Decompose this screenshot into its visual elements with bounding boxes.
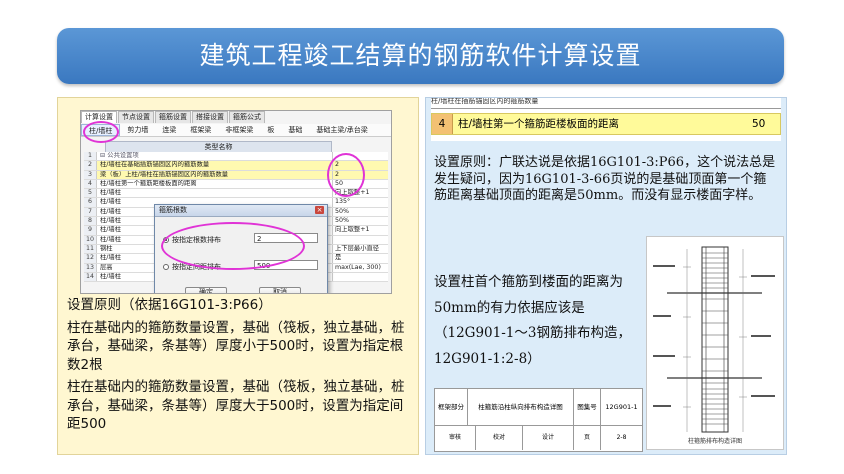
tb-design: 设计 — [523, 426, 574, 450]
tab-nonframe-beam[interactable]: 非框架梁 — [218, 124, 260, 136]
tb-atlas-number: 12G901-1 — [605, 403, 638, 411]
drawing-caption: 柱箍筋排布构造详图 — [688, 437, 742, 445]
option-count-label: 按指定根数排布 — [172, 236, 221, 244]
table-row[interactable]: 4 柱/墙柱第一个箍筋距楼板面的距离 50 — [84, 179, 388, 190]
row-number: 4 — [432, 114, 453, 134]
count-input[interactable]: 2 — [254, 233, 318, 243]
ok-button[interactable]: 确定 — [185, 287, 227, 293]
radio-selected-icon[interactable] — [163, 237, 169, 243]
tb-check: 校对 — [476, 426, 523, 450]
tab-node-settings[interactable]: 节点设置 — [118, 111, 154, 123]
table-row[interactable]: 3 梁（板）上柱/墙柱在插筋锚固区内的箍筋数量 2 — [84, 170, 388, 180]
tb-page-number: 2-8 — [616, 434, 627, 441]
row-text: 柱/墙柱第一个箍筋距楼板面的距离 — [458, 118, 620, 130]
tab-stirrup-settings[interactable]: 箍筋设置 — [155, 111, 191, 123]
tab-frame-beam[interactable]: 框架梁 — [183, 124, 218, 136]
column-stirrup-drawing: 柱箍筋排布构造详图 — [646, 236, 784, 450]
close-icon[interactable]: × — [315, 206, 324, 214]
row-above-cut: 柱/墙柱在插筋锚固区内的箍筋数量 — [431, 98, 781, 109]
table-row[interactable]: 5 柱/墙柱 向上取整+1 — [84, 189, 388, 199]
tab-foundation[interactable]: 基础 — [281, 124, 309, 136]
left-para-2: 柱在基础内的箍筋数量设置，基础（筏板，独立基础，桩承台，基础梁，条基等）厚度小于… — [67, 319, 405, 373]
left-explanation: 设置原则（依据16G101-3:P66） 柱在基础内的箍筋数量设置，基础（筏板，… — [67, 296, 413, 438]
tab-foundation-beam[interactable]: 基础主梁/承台梁 — [309, 124, 374, 136]
tb-atlas-label: 图集号 — [574, 389, 601, 425]
right-para-2: 设置柱首个箍筋到楼面的距离为50mm的有力依据应该是（12G901-1～3钢筋排… — [434, 274, 631, 367]
tb-page-label: 页 — [574, 426, 601, 450]
tab-stirrup-formula[interactable]: 箍筋公式 — [229, 111, 265, 123]
component-tabs: 柱/墙柱 剪力墙 连梁 框架梁 非框架梁 板 基础 基础主梁/承台梁 — [81, 124, 391, 137]
tab-column[interactable]: 柱/墙柱 — [81, 124, 121, 136]
dialog-title: 箍筋根数 — [155, 205, 327, 217]
rebar-detail-drawing: 柱箍筋排布构造详图 — [653, 246, 775, 445]
spacing-input[interactable]: 500 — [254, 260, 318, 270]
radio-icon[interactable] — [163, 264, 169, 270]
drawing-title-block: 框架部分 柱箍筋沿柱纵向排布构造详图 图集号 12G901-1 审核 校对 设计… — [434, 388, 643, 452]
left-para-3: 柱在基础内的箍筋数量设置，基础（筏板，独立基础，桩承台，基础梁，条基等）厚度大于… — [67, 379, 405, 432]
tab-coupling-beam[interactable]: 连梁 — [155, 124, 183, 136]
tb-review: 审核 — [435, 426, 476, 450]
row-value: 50 — [752, 118, 766, 130]
left-panel: 计算设置 节点设置 箍筋设置 搭接设置 箍筋公式 柱/墙柱 剪力墙 连梁 框架梁… — [57, 97, 419, 455]
settings-row-snippet: 柱/墙柱在插筋锚固区内的箍筋数量 4 柱/墙柱第一个箍筋距楼板面的距离 50 — [431, 98, 781, 141]
cancel-button[interactable]: 取消 — [259, 287, 301, 293]
right-panel: 柱/墙柱在插筋锚固区内的箍筋数量 4 柱/墙柱第一个箍筋距楼板面的距离 50 设… — [425, 97, 787, 455]
settings-tabs: 计算设置 节点设置 箍筋设置 搭接设置 箍筋公式 — [81, 111, 266, 123]
highlighted-setting-row: 4 柱/墙柱第一个箍筋距楼板面的距离 50 — [431, 113, 781, 135]
page-title: 建筑工程竣工结算的钢筋软件计算设置 — [57, 28, 784, 84]
tab-calc-settings[interactable]: 计算设置 — [81, 111, 117, 123]
tab-slab[interactable]: 板 — [260, 124, 281, 136]
option-spacing[interactable]: 按指定间距排布 — [163, 262, 221, 272]
right-para-1: 设置原则：广联达说是依据16G101-3:P66，这个说法总是发生疑问，因为16… — [434, 155, 776, 203]
table-row[interactable]: 1 ⊟ 公共设置项 — [84, 152, 388, 162]
tab-shear-wall[interactable]: 剪力墙 — [120, 124, 155, 136]
left-para-1: 设置原则（依据16G101-3:P66） — [67, 297, 272, 313]
table-row[interactable]: 2 柱/墙柱在基础插筋锚固区内的箍筋数量 2 — [84, 161, 388, 171]
tab-lap-settings[interactable]: 搭接设置 — [192, 111, 228, 123]
stirrup-count-dialog: 箍筋根数 × 按指定根数排布 2 按指定间距排布 500 确定 取消 — [154, 204, 328, 293]
option-count[interactable]: 按指定根数排布 — [163, 235, 221, 245]
tb-section: 框架部分 — [435, 389, 468, 425]
software-screenshot: 计算设置 节点设置 箍筋设置 搭接设置 箍筋公式 柱/墙柱 剪力墙 连梁 框架梁… — [80, 110, 392, 294]
option-spacing-label: 按指定间距排布 — [172, 263, 221, 271]
tb-drawing-title: 柱箍筋沿柱纵向排布构造详图 — [468, 389, 574, 425]
